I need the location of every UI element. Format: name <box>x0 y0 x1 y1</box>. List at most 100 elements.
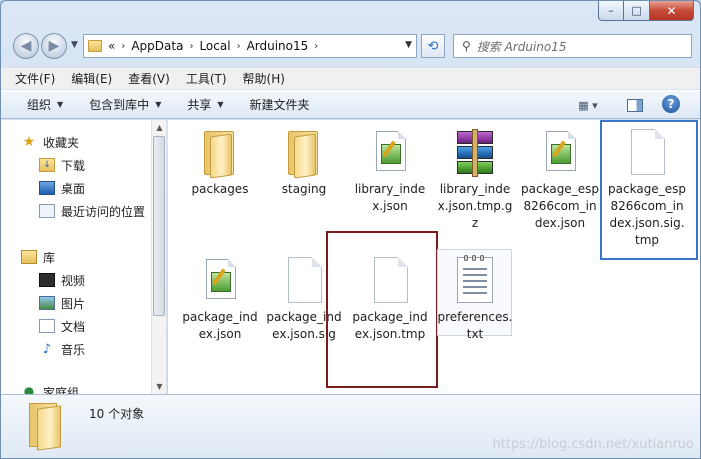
star-icon: ★ <box>22 134 36 150</box>
nav-recent-places[interactable]: 最近访问的位置 <box>39 201 145 221</box>
breadcrumb-appdata[interactable]: AppData <box>131 39 183 53</box>
chevron-right-icon[interactable]: › <box>237 41 241 52</box>
scrollbar-thumb[interactable] <box>153 136 165 316</box>
blank-file-icon <box>366 257 414 305</box>
preview-pane-button[interactable] <box>625 95 645 115</box>
file-name: library_index.json <box>354 182 426 213</box>
address-history-dropdown[interactable]: ▼ <box>405 40 412 50</box>
folder-icon <box>280 129 328 179</box>
json-file-icon <box>366 129 414 177</box>
back-arrow-icon: ◀ <box>20 38 32 54</box>
menu-view[interactable]: 查看(V) <box>128 70 170 87</box>
nav-desktop-label: 桌面 <box>61 181 86 196</box>
organize-button[interactable]: 组织 ▼ <box>27 96 63 113</box>
document-library-icon <box>39 319 55 333</box>
explorer-window: – □ ✕ ◀ ▶ ▼ « › AppData › Local › Arduin… <box>0 0 701 459</box>
back-button[interactable]: ◀ <box>13 33 39 59</box>
nav-recent-label: 最近访问的位置 <box>61 204 146 219</box>
minimize-button[interactable]: – <box>598 1 624 21</box>
file-item-package-esp8266com-index-sig-tmp[interactable]: package_esp8266com_index.json.sig.tmp <box>605 128 689 250</box>
file-item-library-index-json[interactable]: library_index.json <box>348 128 432 216</box>
nav-libraries-label: 库 <box>43 250 56 265</box>
nav-music-label: 音乐 <box>61 342 86 357</box>
search-input[interactable]: ⚲ 搜索 Arduino15 <box>453 34 692 58</box>
recent-pages-dropdown[interactable]: ▼ <box>71 40 78 50</box>
file-name: package_esp8266com_index.json.sig.tmp <box>608 182 686 247</box>
nav-favorites-label: 收藏夹 <box>43 135 80 150</box>
nav-videos[interactable]: 视频 <box>39 270 85 290</box>
file-item-preferences-txt[interactable]: preferences.txt <box>433 255 517 344</box>
menu-file[interactable]: 文件(F) <box>15 70 55 87</box>
navigation-pane: ★ 收藏夹 ↓ 下载 桌面 最近访问的位置 库 视频 图片 文档 ♪ 音乐 ● 家庭组 … <box>1 120 167 394</box>
file-name: package_esp8266com_index.json <box>521 182 599 230</box>
nav-libraries[interactable]: 库 <box>21 247 55 267</box>
file-item-package-esp8266com-index-json[interactable]: package_esp8266com_index.json <box>518 128 602 233</box>
caption-buttons: – □ ✕ <box>598 1 694 21</box>
nav-pane-scrollbar[interactable]: ▲ ▼ <box>151 120 166 394</box>
address-bar[interactable]: « › AppData › Local › Arduino15 › ▼ <box>83 34 417 58</box>
folder-icon <box>196 129 244 179</box>
nav-documents-label: 文档 <box>61 319 86 334</box>
item-count: 10 个对象 <box>89 407 145 421</box>
menu-edit[interactable]: 编辑(E) <box>71 70 112 87</box>
video-library-icon <box>39 273 55 287</box>
nav-music[interactable]: ♪ 音乐 <box>39 339 85 359</box>
dropdown-arrow-icon: ▼ <box>57 100 64 109</box>
change-view-button[interactable]: ▦ ▾ <box>571 95 605 115</box>
file-item-package-index-json-tmp[interactable]: package_index.json.tmp <box>348 256 432 344</box>
new-folder-button[interactable]: 新建文件夹 <box>250 96 310 113</box>
close-button[interactable]: ✕ <box>650 1 694 21</box>
share-label: 共享 <box>187 98 212 112</box>
nav-homegroup[interactable]: ● 家庭组 <box>21 384 79 394</box>
recent-places-icon <box>39 204 55 218</box>
music-note-icon: ♪ <box>42 341 52 357</box>
file-item-library-index-tmp-gz[interactable]: library_index.json.tmp.gz <box>433 128 517 233</box>
nav-pictures-label: 图片 <box>61 296 86 311</box>
nav-favorites[interactable]: ★ 收藏夹 <box>21 132 79 152</box>
search-placeholder: 搜索 Arduino15 <box>476 39 567 54</box>
breadcrumb-arduino15[interactable]: Arduino15 <box>247 39 309 53</box>
command-bar: 组织 ▼ 包含到库中 ▼ 共享 ▼ 新建文件夹 ▦ ▾ ? <box>1 90 700 119</box>
address-overflow[interactable]: « <box>108 39 115 53</box>
desktop-icon <box>39 181 55 195</box>
homegroup-icon: ● <box>23 384 35 394</box>
details-pane: 10 个对象 https://blog.csdn.net/xutianruo <box>1 394 700 458</box>
blank-file-icon <box>623 129 671 177</box>
chevron-right-icon[interactable]: › <box>121 41 125 52</box>
help-button[interactable]: ? <box>662 95 680 113</box>
nav-desktop[interactable]: 桌面 <box>39 178 85 198</box>
refresh-icon: ⟲ <box>427 38 439 54</box>
nav-documents[interactable]: 文档 <box>39 316 85 336</box>
folder-icon <box>29 403 69 451</box>
scroll-down-arrow-icon[interactable]: ▼ <box>152 379 167 394</box>
file-name: package_index.json.tmp <box>352 310 428 341</box>
refresh-button[interactable]: ⟲ <box>421 34 445 58</box>
downloads-folder-icon: ↓ <box>39 158 55 172</box>
include-in-library-button[interactable]: 包含到库中 ▼ <box>89 96 161 113</box>
file-item-packages[interactable]: packages <box>178 128 262 199</box>
chevron-right-icon[interactable]: › <box>314 41 318 52</box>
share-button[interactable]: 共享 ▼ <box>187 96 223 113</box>
json-file-icon <box>536 129 584 177</box>
dropdown-arrow-icon: ▼ <box>217 100 224 109</box>
file-item-staging[interactable]: staging <box>262 128 346 199</box>
organize-label: 组织 <box>27 98 52 112</box>
chevron-right-icon[interactable]: › <box>189 41 193 52</box>
maximize-button[interactable]: □ <box>624 1 650 21</box>
forward-button[interactable]: ▶ <box>41 33 67 59</box>
text-file-icon <box>451 255 499 305</box>
scroll-up-arrow-icon[interactable]: ▲ <box>152 120 167 135</box>
file-name: package_index.json <box>182 310 258 341</box>
file-list: packages staging library_index.json libr… <box>168 120 700 394</box>
menu-bar: 文件(F) 编辑(E) 查看(V) 工具(T) 帮助(H) <box>1 67 700 89</box>
watermark-text: https://blog.csdn.net/xutianruo <box>492 437 694 452</box>
new-folder-label: 新建文件夹 <box>249 98 310 112</box>
preview-pane-icon <box>627 98 643 112</box>
breadcrumb-local[interactable]: Local <box>199 39 230 53</box>
menu-help[interactable]: 帮助(H) <box>243 70 285 87</box>
menu-tools[interactable]: 工具(T) <box>186 70 227 87</box>
dropdown-arrow-icon: ▼ <box>155 100 162 109</box>
nav-downloads[interactable]: ↓ 下载 <box>39 155 85 175</box>
nav-pictures[interactable]: 图片 <box>39 293 85 313</box>
file-item-package-index-json[interactable]: package_index.json <box>178 256 262 344</box>
